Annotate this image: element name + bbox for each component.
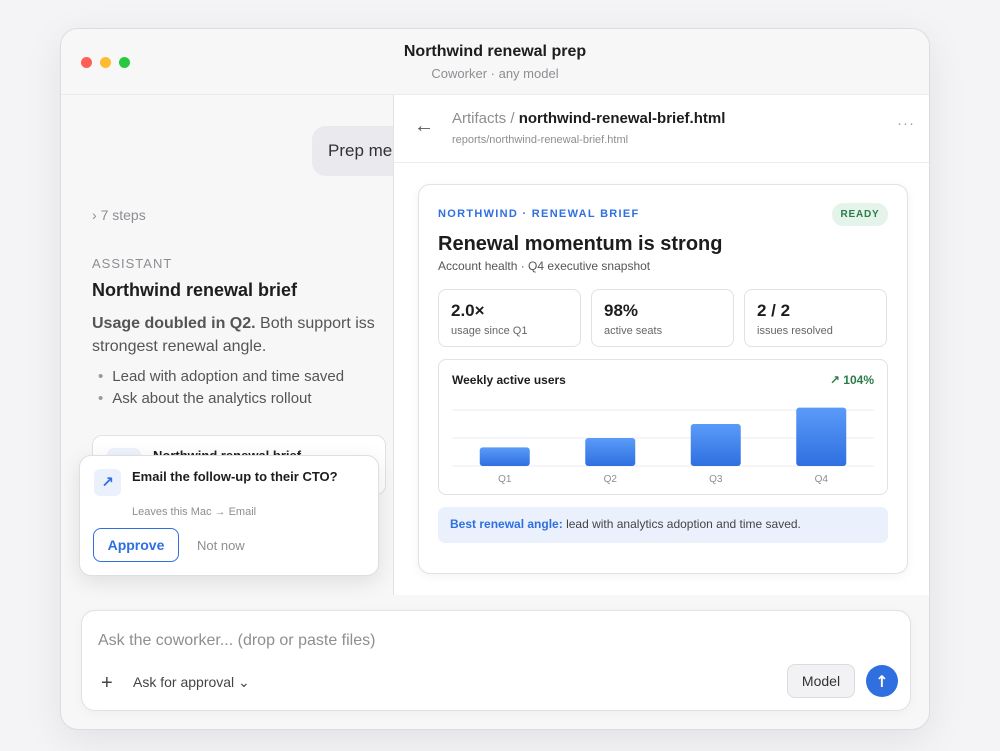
weekly-active-users-chart: Weekly active users ↗ 104% Q1 Q2 Q3 Q4 bbox=[438, 359, 888, 495]
chart-title: Weekly active users bbox=[452, 373, 566, 387]
approval-question: Email the follow-up to their CTO? bbox=[132, 469, 338, 484]
brief-paragraph: Usage doubled in Q2. Both support iss st… bbox=[92, 312, 393, 358]
stat-label: issues resolved bbox=[757, 325, 833, 337]
message-input[interactable] bbox=[98, 629, 698, 653]
list-item: Ask about the analytics rollout bbox=[98, 388, 344, 410]
steps-label: 7 steps bbox=[100, 207, 146, 223]
stat-card-issues: 2 / 2 issues resolved bbox=[744, 289, 887, 347]
steps-toggle[interactable]: › 7 steps bbox=[92, 207, 146, 223]
stat-card-usage: 2.0× usage since Q1 bbox=[438, 289, 581, 347]
stat-value: 2.0× bbox=[451, 301, 485, 320]
artifact-preview: NORTHWIND · RENEWAL BRIEF READY Renewal … bbox=[418, 184, 908, 574]
artifact-title: Renewal momentum is strong bbox=[438, 233, 723, 255]
stat-label: usage since Q1 bbox=[451, 325, 528, 337]
chart-bar-q3 bbox=[690, 424, 741, 466]
renewal-angle-callout: Best renewal angle: lead with analytics … bbox=[438, 507, 888, 543]
chart-bar-q1 bbox=[479, 447, 530, 466]
assistant-label: ASSISTANT bbox=[92, 256, 173, 271]
stat-label: active seats bbox=[604, 325, 663, 337]
arrow-up-right-icon: ↗ bbox=[94, 469, 121, 496]
brief-bold-lead: Usage doubled in Q2. bbox=[92, 315, 256, 332]
user-message-bubble: Prep me bbox=[312, 126, 393, 176]
chart-tick-label: Q3 bbox=[709, 474, 723, 485]
add-attachment-icon[interactable]: + bbox=[101, 672, 113, 695]
chart-annotation: ↗ 104% bbox=[829, 373, 874, 387]
breadcrumb-artifacts[interactable]: Artifacts bbox=[452, 110, 506, 127]
message-composer: + Ask for approval ⌄ Model ↑ bbox=[81, 610, 911, 711]
model-button[interactable]: Model bbox=[787, 664, 855, 698]
angle-text: lead with analytics adoption and time sa… bbox=[566, 517, 801, 531]
stat-value: 98% bbox=[604, 301, 639, 320]
artifact-eyebrow: NORTHWIND · RENEWAL BRIEF bbox=[438, 208, 640, 220]
brief-text-line2: strongest renewal angle. bbox=[92, 338, 267, 355]
back-arrow-icon[interactable]: ← bbox=[414, 115, 434, 138]
approve-button[interactable]: Approve bbox=[93, 528, 179, 562]
stat-value: 2 / 2 bbox=[757, 301, 791, 320]
approval-mode-dropdown[interactable]: Ask for approval ⌄ bbox=[133, 674, 250, 691]
breadcrumb-separator: / bbox=[510, 110, 515, 127]
chart-bar-q4 bbox=[796, 407, 847, 466]
chart-tick-label: Q1 bbox=[498, 474, 512, 485]
status-badge: READY bbox=[832, 203, 888, 226]
breadcrumb: Artifacts / northwind-renewal-brief.html bbox=[452, 110, 725, 127]
approval-meta: Leaves this Mac → Email bbox=[132, 506, 257, 518]
stat-card-seats: 98% active seats bbox=[591, 289, 734, 347]
chart-plot: Q1 Q2 Q3 Q4 bbox=[452, 407, 874, 485]
chevron-right-icon: › bbox=[92, 207, 101, 223]
chart-tick-label: Q4 bbox=[815, 474, 829, 485]
app-window: Northwind renewal prep Coworker · any mo… bbox=[60, 28, 930, 730]
chart-tick-label: Q2 bbox=[604, 474, 618, 485]
brief-text: Both support iss bbox=[260, 315, 375, 332]
not-now-button[interactable]: Not now bbox=[197, 538, 245, 553]
chart-bar-q2 bbox=[585, 438, 636, 466]
file-path: reports/northwind-renewal-brief.html bbox=[452, 134, 629, 146]
window-subtitle: Coworker · any model bbox=[431, 66, 559, 81]
send-button[interactable]: ↑ bbox=[866, 665, 898, 697]
brief-title: Northwind renewal brief bbox=[92, 280, 298, 300]
brief-bullets: Lead with adoption and time saved Ask ab… bbox=[98, 366, 344, 410]
breadcrumb-file: northwind-renewal-brief.html bbox=[518, 110, 726, 127]
artifact-subtitle: Account health · Q4 executive snapshot bbox=[438, 259, 651, 273]
artifact-panel-header: ← Artifacts / northwind-renewal-brief.ht… bbox=[394, 95, 929, 163]
angle-label: Best renewal angle: bbox=[450, 517, 563, 531]
title-bar: Northwind renewal prep Coworker · any mo… bbox=[61, 29, 929, 95]
approval-prompt: ↗ Email the follow-up to their CTO? Leav… bbox=[79, 455, 379, 576]
window-title: Northwind renewal prep bbox=[403, 43, 587, 60]
list-item: Lead with adoption and time saved bbox=[98, 366, 344, 388]
more-options-icon[interactable]: ··· bbox=[897, 115, 915, 132]
artifact-panel: ← Artifacts / northwind-renewal-brief.ht… bbox=[393, 95, 929, 595]
